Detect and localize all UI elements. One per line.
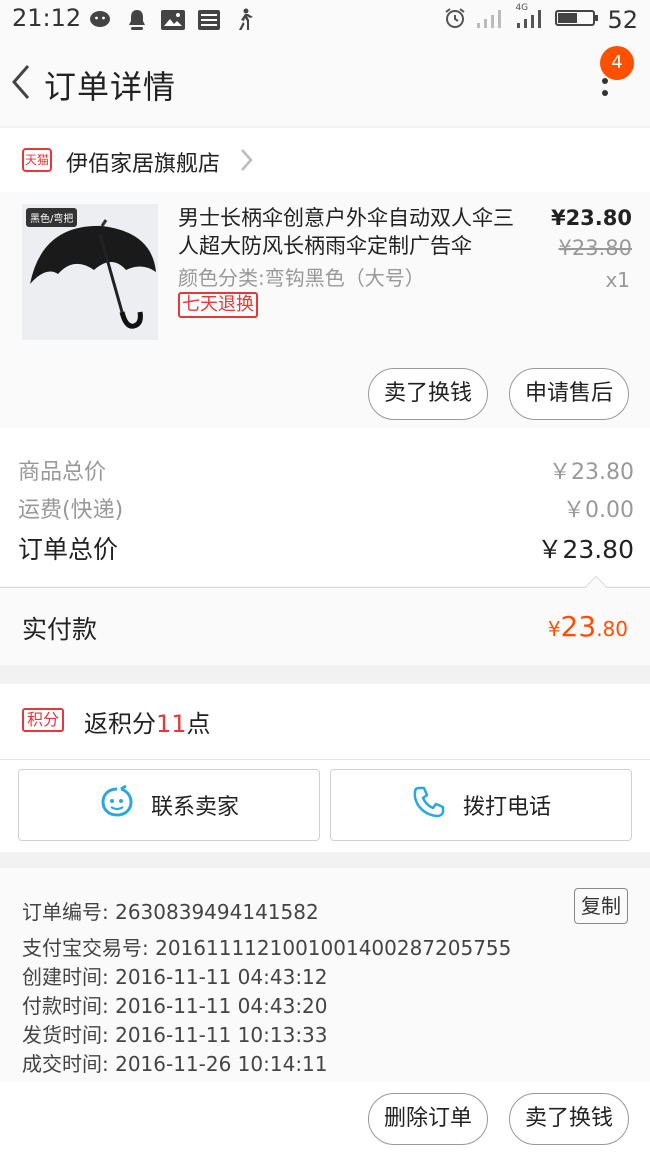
order-item[interactable]: 黑色/弯把 男士长柄伞创意户外伞自动双人伞三人超大防风长柄雨伞定制广告伞 颜色分… [0, 192, 650, 428]
back-arrow-icon[interactable] [4, 58, 40, 106]
walk-icon [232, 8, 258, 32]
shipping-row: 运费(快递) ￥0.00 [18, 492, 634, 524]
goods-total-label: 商品总价 [18, 460, 107, 485]
product-image[interactable]: 黑色/弯把 [22, 204, 158, 340]
page-title: 订单详情 [44, 68, 177, 106]
sell-for-cash-button[interactable]: 卖了换钱 [368, 368, 488, 420]
actual-paid-row: 实付款 ¥23.80 [0, 575, 650, 665]
contact-bar: 联系卖家 拨打电话 [0, 760, 650, 852]
shipped-time: 发货时间: 2016-11-11 10:13:33 [22, 1023, 328, 1047]
seven-day-return-tag: 七天退换 [178, 292, 258, 318]
points-tag: 积分 [22, 708, 65, 732]
message-badge: 4 [600, 46, 634, 80]
shop-name[interactable]: 伊佰家居旗舰店 [66, 146, 220, 178]
wechat-icon [88, 8, 114, 32]
product-quantity: x1 [605, 268, 630, 292]
contact-seller-button[interactable]: 联系卖家 [18, 769, 320, 841]
status-bar: 21:12 4G 52 [0, 0, 650, 40]
call-phone-label: 拨打电话 [462, 795, 551, 820]
gallery-icon [160, 8, 186, 32]
wangwang-chat-icon [99, 784, 135, 826]
shipping-label: 运费(快递) [18, 498, 124, 523]
paid-time: 付款时间: 2016-11-11 04:43:20 [22, 994, 328, 1018]
shop-row[interactable]: 天猫 伊佰家居旗舰店 [0, 128, 650, 192]
order-total-value: ￥23.80 [537, 535, 634, 564]
price-summary: 商品总价 ￥23.80 运费(快递) ￥0.00 订单总价 ￥23.80 [0, 428, 650, 586]
delete-order-button[interactable]: 删除订单 [368, 1093, 488, 1145]
goods-total-row: 商品总价 ￥23.80 [18, 454, 634, 486]
call-phone-button[interactable]: 拨打电话 [330, 769, 632, 841]
news-icon [196, 8, 222, 32]
shipping-value: ￥0.00 [563, 498, 634, 523]
alipay-trade-number: 支付宝交易号: 2016111121001001400287205755 [22, 936, 512, 960]
product-price: ¥23.80 [550, 206, 632, 230]
signal-4g-icon: 4G [515, 3, 547, 33]
product-image-tag: 黑色/弯把 [26, 208, 78, 227]
actual-paid-label: 实付款 [22, 615, 98, 644]
order-info: 订单编号: 2630839494141582 复制 支付宝交易号: 201611… [0, 868, 650, 1082]
bottom-action-bar: 删除订单 卖了换钱 [0, 1082, 650, 1155]
points-row: 积分 返积分11点 [0, 684, 650, 760]
contact-seller-label: 联系卖家 [150, 795, 239, 820]
product-title[interactable]: 男士长柄伞创意户外伞自动双人伞三人超大防风长柄雨伞定制广告伞 [178, 204, 518, 260]
goods-total-value: ￥23.80 [549, 460, 634, 485]
nav-bar: 订单详情 4 [0, 40, 650, 126]
qq-icon [124, 8, 150, 32]
alarm-icon [443, 6, 467, 34]
order-total-label: 订单总价 [18, 535, 119, 564]
created-time: 创建时间: 2016-11-11 04:43:12 [22, 965, 328, 989]
after-sale-button[interactable]: 申请售后 [509, 368, 629, 420]
battery-icon [555, 8, 599, 32]
phone-icon [411, 784, 447, 826]
chevron-right-icon [236, 146, 256, 174]
battery-level: 52 [607, 6, 638, 34]
completed-time: 成交时间: 2016-11-26 10:14:11 [22, 1052, 328, 1076]
tmall-badge: 天猫 [22, 148, 52, 172]
signal-icon [475, 7, 507, 33]
order-number: 订单编号: 2630839494141582 [22, 900, 319, 924]
copy-button[interactable]: 复制 [574, 888, 628, 924]
order-total-row: 订单总价 ￥23.80 [18, 530, 634, 566]
product-original-price: ¥23.80 [558, 236, 632, 260]
product-sku: 颜色分类:弯钩黑色（大号） [178, 266, 425, 290]
status-time: 21:12 [12, 4, 82, 32]
points-text: 返积分11点 [84, 710, 211, 738]
actual-paid-value: ¥23.80 [547, 610, 628, 643]
sell-for-cash-bottom-button[interactable]: 卖了换钱 [509, 1093, 629, 1145]
